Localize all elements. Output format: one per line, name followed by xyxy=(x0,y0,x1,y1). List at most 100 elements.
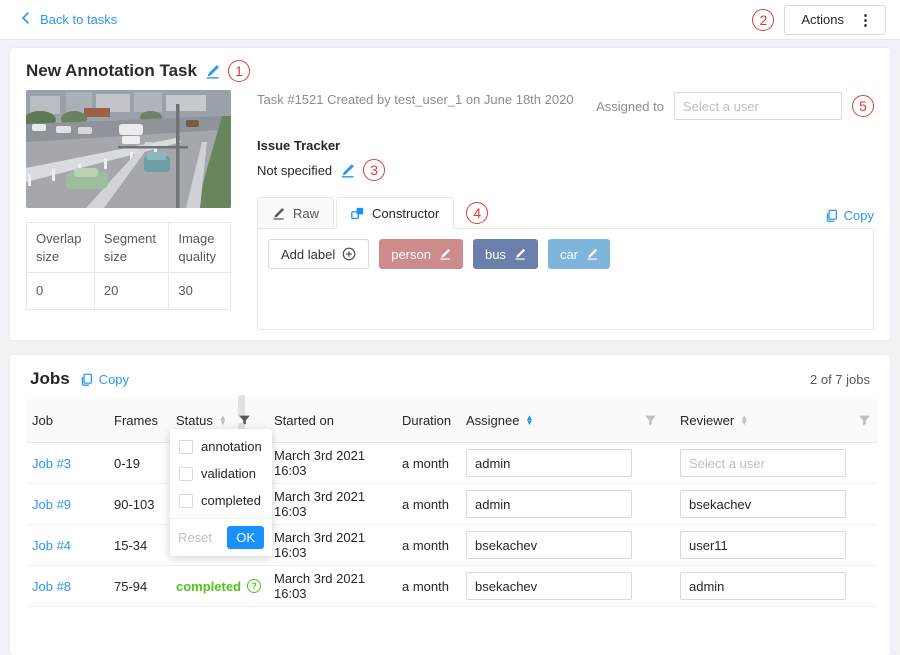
assigned-to-input[interactable] xyxy=(674,92,842,120)
param-header-overlap: Overlap size xyxy=(27,223,95,273)
tab-constructor[interactable]: Constructor xyxy=(336,197,454,229)
checkbox-completed[interactable] xyxy=(179,494,193,508)
back-to-tasks-link[interactable]: Back to tasks xyxy=(20,12,117,27)
plus-circle-icon xyxy=(342,247,356,261)
filter-option-validation-label: validation xyxy=(201,466,256,481)
frames-cell: 75-94 xyxy=(108,566,170,607)
frames-cell: 0-19 xyxy=(108,443,170,484)
assignee-input[interactable] xyxy=(466,490,632,518)
reviewer-input[interactable] xyxy=(680,490,846,518)
table-row: Job #4 15-34 March 3rd 2021 16:03 a mont… xyxy=(26,525,878,566)
job-link-4[interactable]: Job #4 xyxy=(32,538,71,553)
param-value-overlap: 0 xyxy=(27,273,95,310)
annotation-badge-4: 4 xyxy=(466,202,488,224)
reviewer-input[interactable] xyxy=(680,572,846,600)
started-cell: March 3rd 2021 16:03 xyxy=(268,443,396,484)
actions-label: Actions xyxy=(801,12,844,27)
question-circle-icon[interactable] xyxy=(247,579,261,593)
sort-status-icon[interactable]: ▲▼ xyxy=(219,416,227,425)
job-link-3[interactable]: Job #3 xyxy=(32,456,71,471)
back-to-tasks-label: Back to tasks xyxy=(40,12,117,27)
copy-jobs-label: Copy xyxy=(99,372,129,387)
col-reviewer[interactable]: Reviewer ▲▼ xyxy=(674,399,852,443)
annotation-badge-2: 2 xyxy=(752,9,774,31)
filter-option-completed-label: completed xyxy=(201,493,261,508)
more-vertical-icon xyxy=(858,11,873,29)
filter-option-annotation[interactable]: annotation xyxy=(170,433,272,460)
col-frames[interactable]: Frames xyxy=(108,399,170,443)
jobs-table: Job Frames Status ▲▼ Started on Duration xyxy=(26,399,878,607)
started-cell: March 3rd 2021 16:03 xyxy=(268,525,396,566)
label-chip-bus[interactable]: bus xyxy=(473,239,538,269)
jobs-title: Jobs xyxy=(30,369,70,389)
col-started[interactable]: Started on xyxy=(268,399,396,443)
col-assignee-filter[interactable] xyxy=(638,399,674,443)
jobs-card: Jobs Copy 2 of 7 jobs Job Frames Status … xyxy=(10,355,890,655)
param-header-segment: Segment size xyxy=(94,223,168,273)
filter-option-completed[interactable]: completed xyxy=(170,487,272,514)
job-link-8[interactable]: Job #8 xyxy=(32,579,71,594)
copy-icon xyxy=(825,209,838,222)
param-header-quality: Image quality xyxy=(169,223,231,273)
filter-funnel-icon-reviewer[interactable] xyxy=(858,414,872,427)
sort-assignee-icon[interactable]: ▲▼ xyxy=(525,416,533,425)
edit-label-icon[interactable] xyxy=(586,248,598,260)
started-cell: March 3rd 2021 16:03 xyxy=(268,484,396,525)
jobs-count: 2 of 7 jobs xyxy=(810,372,870,387)
assignee-input[interactable] xyxy=(466,449,632,477)
issue-tracker-value: Not specified xyxy=(257,163,332,178)
label-chip-person[interactable]: person xyxy=(379,239,463,269)
duration-cell: a month xyxy=(396,566,460,607)
task-params-table: Overlap size Segment size Image quality … xyxy=(26,222,231,310)
actions-button[interactable]: Actions xyxy=(784,5,886,35)
assignee-input[interactable] xyxy=(466,572,632,600)
reviewer-input[interactable] xyxy=(680,449,846,477)
assigned-to-label: Assigned to xyxy=(596,99,664,114)
status-badge: completed xyxy=(176,579,261,594)
copy-labels-link[interactable]: Copy xyxy=(825,208,874,223)
checkbox-validation[interactable] xyxy=(179,467,193,481)
checkbox-annotation[interactable] xyxy=(179,440,193,454)
copy-jobs-link[interactable]: Copy xyxy=(80,372,129,387)
col-job[interactable]: Job xyxy=(26,399,108,443)
topbar-right: 2 Actions xyxy=(752,5,886,35)
edit-title-icon[interactable] xyxy=(205,64,220,79)
label-chip-car[interactable]: car xyxy=(548,239,610,269)
task-preview-image xyxy=(26,90,231,208)
filter-ok-button[interactable]: OK xyxy=(227,526,264,549)
annotation-badge-1: 1 xyxy=(228,60,250,82)
blocks-icon xyxy=(351,207,364,220)
add-label-text: Add label xyxy=(281,247,335,262)
filter-reset-link[interactable]: Reset xyxy=(178,530,212,545)
status-filter-dropdown: annotation validation completed Reset OK xyxy=(170,429,272,556)
started-cell: March 3rd 2021 16:03 xyxy=(268,566,396,607)
job-link-9[interactable]: Job #9 xyxy=(32,497,71,512)
col-reviewer-label: Reviewer xyxy=(680,413,734,428)
col-duration[interactable]: Duration xyxy=(396,399,460,443)
copy-labels-label: Copy xyxy=(844,208,874,223)
frames-cell: 15-34 xyxy=(108,525,170,566)
status-text: completed xyxy=(176,579,241,594)
tab-raw[interactable]: Raw xyxy=(257,197,334,229)
duration-cell: a month xyxy=(396,525,460,566)
edit-issue-tracker-icon[interactable] xyxy=(340,163,355,178)
col-status-label: Status xyxy=(176,413,213,428)
edit-label-icon[interactable] xyxy=(514,248,526,260)
reviewer-input[interactable] xyxy=(680,531,846,559)
task-left-column: Overlap size Segment size Image quality … xyxy=(26,90,231,330)
jobs-header-row: Job Frames Status ▲▼ Started on Duration xyxy=(26,399,878,443)
add-label-button[interactable]: Add label xyxy=(268,239,369,269)
assignee-input[interactable] xyxy=(466,531,632,559)
top-bar: Back to tasks 2 Actions xyxy=(0,0,900,40)
edit-label-icon[interactable] xyxy=(439,248,451,260)
copy-icon xyxy=(80,373,93,386)
col-reviewer-filter[interactable] xyxy=(852,399,878,443)
label-bus-name: bus xyxy=(485,247,506,262)
filter-option-validation[interactable]: validation xyxy=(170,460,272,487)
filter-funnel-icon-assignee[interactable] xyxy=(644,414,668,427)
chevron-left-icon xyxy=(20,12,32,27)
task-meta-text: Task #1521 Created by test_user_1 on Jun… xyxy=(257,92,574,107)
filter-option-annotation-label: annotation xyxy=(201,439,262,454)
col-assignee[interactable]: Assignee ▲▼ xyxy=(460,399,638,443)
sort-reviewer-icon[interactable]: ▲▼ xyxy=(740,416,748,425)
